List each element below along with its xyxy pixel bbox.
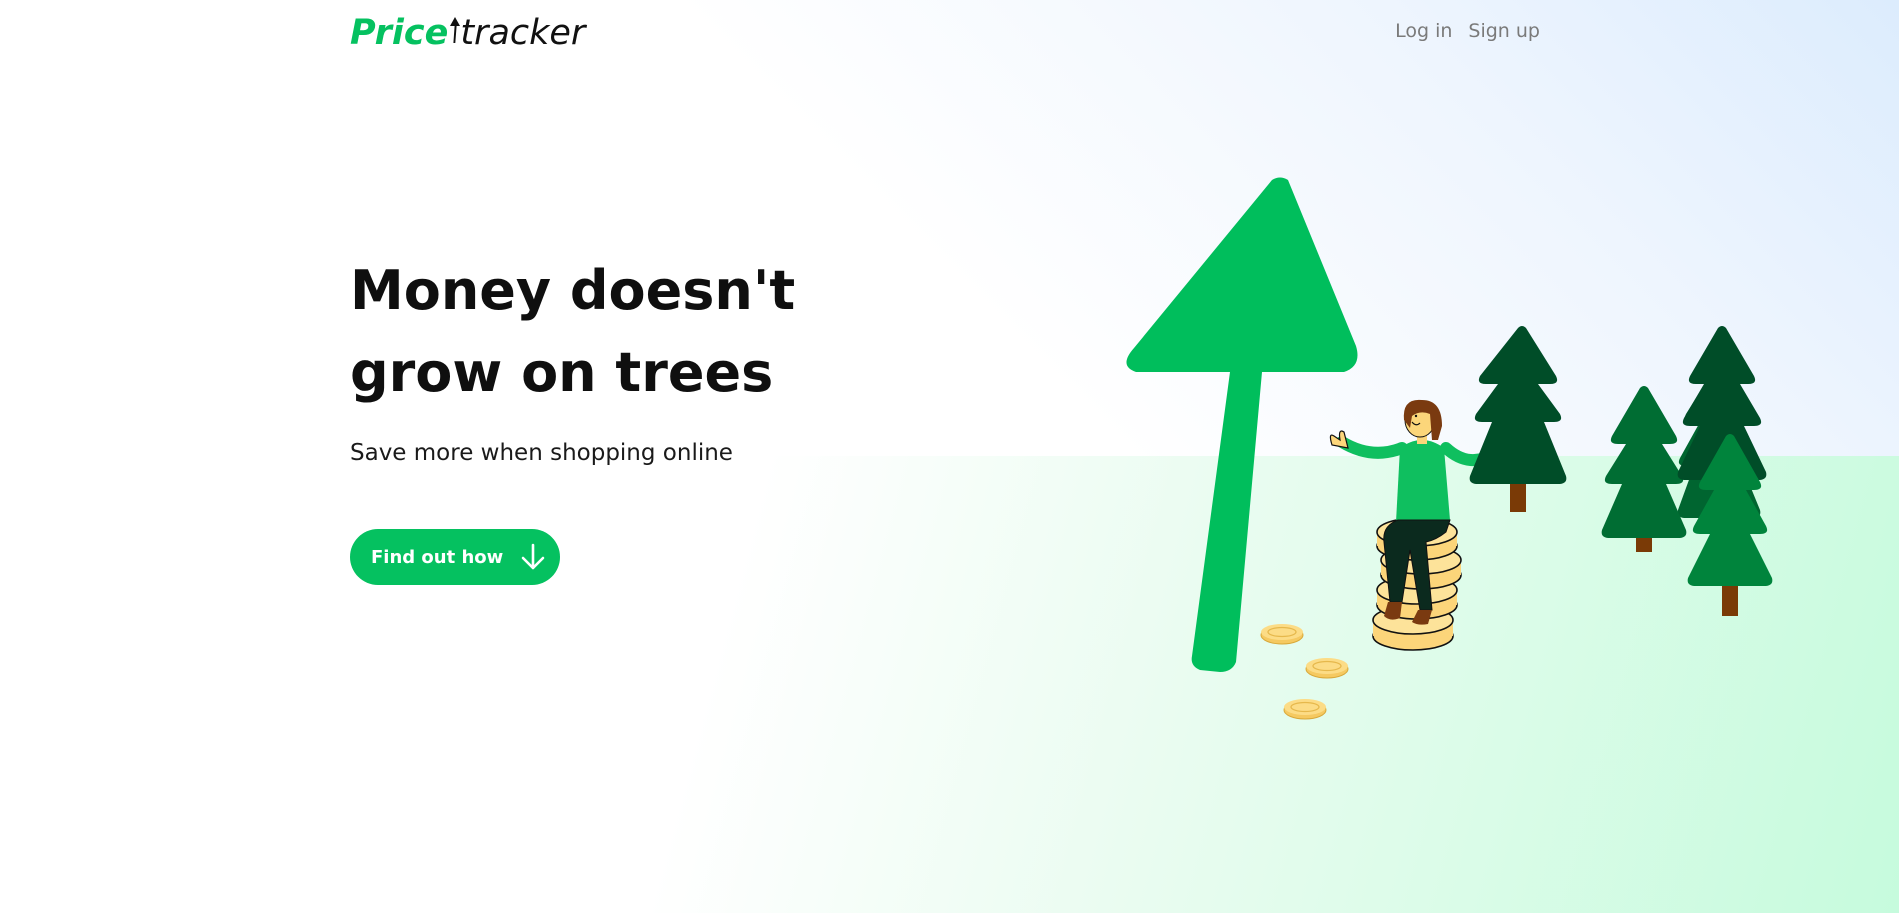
- logo-arrow-icon: [450, 17, 461, 43]
- hero-subheadline: Save more when shopping online: [350, 440, 733, 466]
- find-out-how-button[interactable]: Find out how: [350, 529, 560, 585]
- hero-illustration: [1126, 177, 1773, 720]
- site-header: Price tracker Log in Sign up: [350, 8, 1540, 58]
- logo-text-tracker: tracker: [460, 13, 586, 53]
- find-out-how-label: Find out how: [371, 546, 504, 568]
- hero-headline: Money doesn't grow on trees: [350, 259, 796, 404]
- top-nav: Log in Sign up: [1395, 20, 1540, 42]
- login-link[interactable]: Log in: [1395, 20, 1452, 42]
- arrow-down-icon: [521, 543, 545, 570]
- hero-section: Money doesn't grow on trees Save more wh…: [350, 250, 810, 466]
- person-on-coins: [1329, 399, 1509, 625]
- pine-trees: [1469, 326, 1773, 616]
- logo[interactable]: Price tracker: [350, 8, 585, 58]
- growth-arrow-icon: [1126, 177, 1358, 672]
- logo-text-price: Price: [350, 13, 449, 53]
- signup-link[interactable]: Sign up: [1468, 20, 1540, 42]
- scattered-coins: [1260, 624, 1349, 720]
